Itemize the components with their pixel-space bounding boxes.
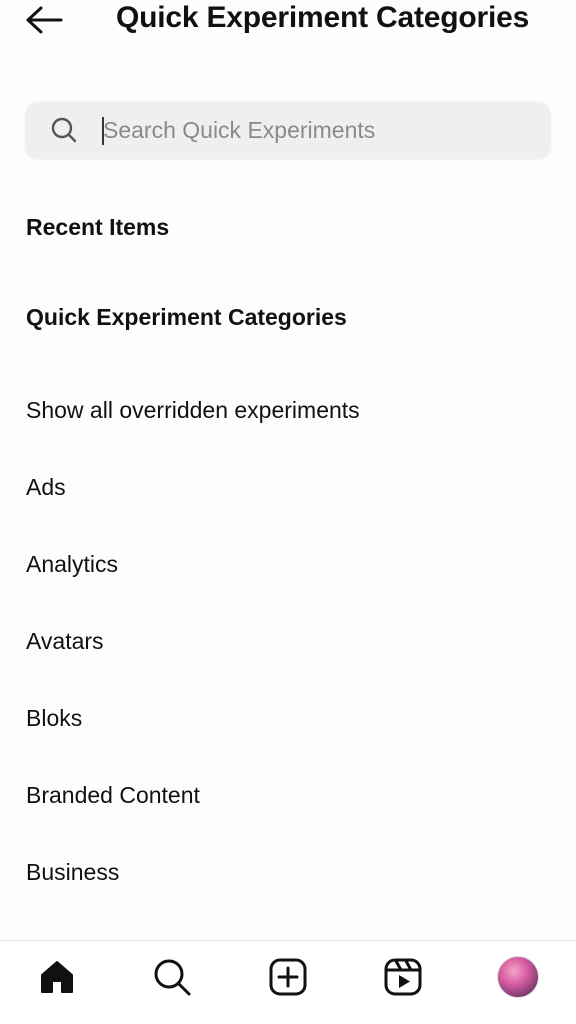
nav-search-button[interactable] <box>150 955 194 999</box>
nav-reels-button[interactable] <box>381 955 425 999</box>
list-item-analytics[interactable]: Analytics <box>0 526 576 603</box>
arrow-left-icon <box>26 6 63 34</box>
header: Quick Experiment Categories <box>0 0 576 40</box>
search-icon <box>154 959 191 996</box>
category-list: Show all overridden experiments Ads Anal… <box>0 372 576 988</box>
list-item-show-all-overridden[interactable]: Show all overridden experiments <box>0 372 576 449</box>
bottom-nav <box>0 940 576 1024</box>
profile-avatar[interactable] <box>497 956 539 998</box>
nav-home-button[interactable] <box>35 955 79 999</box>
list-item-ads[interactable]: Ads <box>0 449 576 526</box>
list-item-bloks[interactable]: Bloks <box>0 680 576 757</box>
search-icon <box>51 117 77 143</box>
list-item-branded-content[interactable]: Branded Content <box>0 757 576 834</box>
create-icon <box>269 958 307 996</box>
home-icon <box>41 961 73 993</box>
section-header-recent: Recent Items <box>26 214 170 240</box>
reels-icon <box>384 958 422 996</box>
back-button[interactable] <box>24 3 64 37</box>
search-input[interactable] <box>103 112 533 148</box>
section-header-categories: Quick Experiment Categories <box>26 304 347 330</box>
app-screen: Quick Experiment Categories Recent Items… <box>0 0 576 1024</box>
page-title: Quick Experiment Categories <box>116 1 530 34</box>
list-item-avatars[interactable]: Avatars <box>0 603 576 680</box>
list-item-business[interactable]: Business <box>0 834 576 911</box>
nav-create-button[interactable] <box>266 955 310 999</box>
